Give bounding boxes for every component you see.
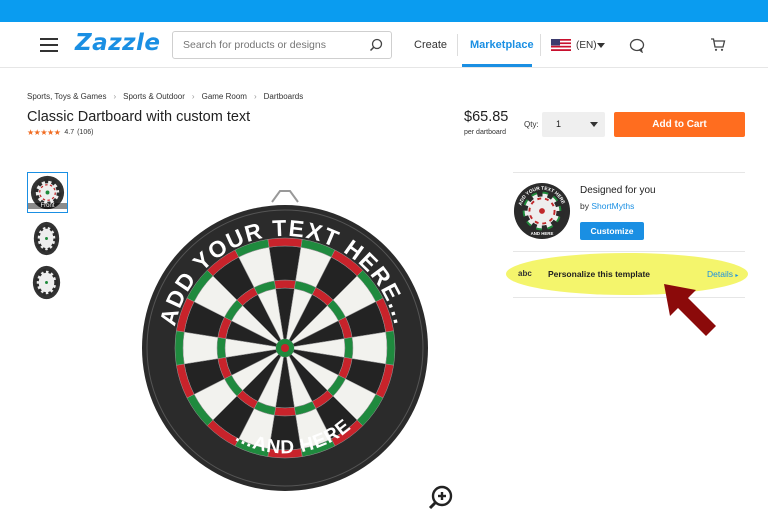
language-selector[interactable]: (EN) xyxy=(576,40,597,51)
rating-value: 4.7 xyxy=(64,129,75,136)
red-pointer-arrow-icon xyxy=(664,284,716,336)
search-icon[interactable] xyxy=(369,38,383,57)
customize-button[interactable]: Customize xyxy=(580,222,644,240)
chevron-down-icon xyxy=(590,122,598,127)
quantity-select[interactable]: 1 xyxy=(542,112,605,137)
dartboard-thumb-image xyxy=(33,221,60,256)
chevron-right-icon: ▸ xyxy=(735,273,739,279)
personalize-template-label[interactable]: Personalize this template xyxy=(548,269,650,279)
cart-icon[interactable] xyxy=(710,37,726,57)
breadcrumb-item[interactable]: Sports & Outdoor xyxy=(123,92,185,101)
breadcrumb-item[interactable]: Game Room xyxy=(202,92,247,101)
product-title: Classic Dartboard with custom text xyxy=(27,109,251,125)
nav-marketplace[interactable]: Marketplace xyxy=(470,39,534,51)
board-segment-outer xyxy=(268,245,302,282)
nav-active-underline xyxy=(462,64,532,67)
board-bullseye xyxy=(281,344,289,352)
text-abc-icon: abc xyxy=(518,269,532,278)
board-triple-ring xyxy=(274,279,296,290)
details-label: Details xyxy=(707,269,733,279)
nav-create[interactable]: Create xyxy=(414,39,447,51)
us-flag-icon[interactable] xyxy=(551,39,571,51)
site-header: Zazzle Create Marketplace (EN) xyxy=(0,22,768,68)
nav-divider xyxy=(457,34,458,56)
product-price: $65.85 xyxy=(464,109,509,125)
price-unit: per dartboard xyxy=(464,129,507,136)
qty-label: Qty: xyxy=(524,120,539,129)
designed-for-title: Designed for you xyxy=(580,185,656,196)
add-to-cart-button[interactable]: Add to Cart xyxy=(614,112,745,137)
svg-text:AND HERE: AND HERE xyxy=(531,231,554,236)
divider xyxy=(513,251,745,252)
chevron-right-icon: › xyxy=(191,92,195,101)
thumbnail-label: Front xyxy=(28,203,67,209)
thumbnail-angle[interactable] xyxy=(27,219,68,260)
chevron-right-icon: › xyxy=(113,92,117,101)
top-blue-bar xyxy=(0,0,768,22)
zoom-in-icon[interactable] xyxy=(428,485,454,516)
board-double-ring xyxy=(174,330,185,366)
board-triple-ring xyxy=(216,337,227,359)
thumbnail-side[interactable] xyxy=(27,263,68,304)
chevron-down-icon[interactable] xyxy=(597,43,605,48)
quantity-value: 1 xyxy=(556,119,562,129)
by-prefix: by xyxy=(580,201,592,211)
board-triple-ring xyxy=(274,406,296,417)
menu-icon[interactable] xyxy=(40,38,58,52)
designer-byline: by ShortMyths xyxy=(580,201,634,211)
chat-icon[interactable] xyxy=(629,38,645,58)
board-segment-outer xyxy=(182,331,219,365)
search-box[interactable] xyxy=(172,31,392,59)
breadcrumb-item[interactable]: Sports, Toys & Games xyxy=(27,92,106,101)
designer-link[interactable]: ShortMyths xyxy=(591,201,634,211)
board-double-ring xyxy=(385,330,396,366)
search-input[interactable] xyxy=(173,32,358,58)
divider xyxy=(513,172,745,173)
product-main-image[interactable]: ADD YOUR TEXT HERE... ...AND HERE xyxy=(140,186,430,496)
board-triple-ring xyxy=(343,337,354,359)
designer-product-thumb[interactable]: ADD YOUR TEXT HERE AND HERE xyxy=(513,182,571,240)
details-link[interactable]: Details ▸ xyxy=(707,269,738,279)
nav-divider xyxy=(540,34,541,56)
zazzle-logo[interactable]: Zazzle xyxy=(75,30,160,56)
board-segment-outer xyxy=(351,331,388,365)
breadcrumb: Sports, Toys & Games › Sports & Outdoor … xyxy=(27,92,303,101)
chevron-right-icon: › xyxy=(253,92,257,101)
product-rating[interactable]: ★★★★★ 4.7 (106) xyxy=(27,128,93,137)
dartboard-thumb-image xyxy=(32,265,61,300)
hanger-wire xyxy=(271,190,299,203)
star-rating-icon: ★★★★★ xyxy=(27,128,61,137)
breadcrumb-item[interactable]: Dartboards xyxy=(264,92,304,101)
thumbnail-front[interactable]: Front xyxy=(27,172,68,213)
review-count[interactable]: (106) xyxy=(77,129,93,136)
